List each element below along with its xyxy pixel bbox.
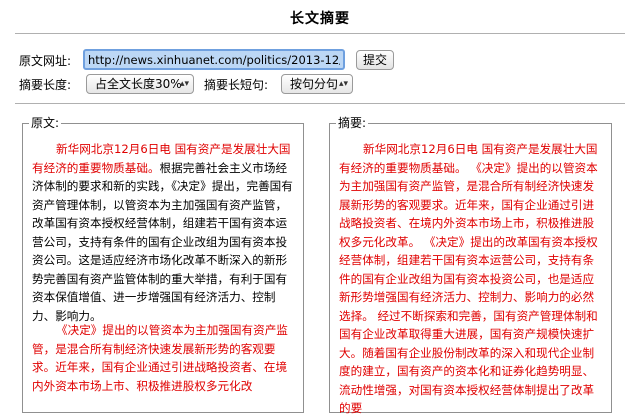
select-arrows-icon: ▴▾ [179, 79, 189, 89]
original-paragraph-2: 《决定》提出的以管资本为主加强国有资产监管，是混合所有制经济快速发展新形势的客观… [32, 323, 288, 393]
url-label: 原文网址: [19, 54, 72, 68]
title-divider [15, 33, 625, 34]
original-paragraph-1: 新华网北京12月6日电 国有资产是发展壮大国有经济的重要物质基础。根据完善社会主… [32, 140, 294, 325]
url-input[interactable] [83, 49, 345, 70]
select-arrows-icon: ▴▾ [338, 79, 348, 89]
sentence-select[interactable]: 按句分句 ▴▾ [281, 74, 353, 94]
length-select[interactable]: 占全文长度30% ▴▾ [86, 74, 194, 94]
length-label: 摘要长度: [19, 78, 72, 92]
summary-legend: 摘要: [336, 116, 369, 130]
original-p1-black: 根据完善社会主义市场经济体制的要求和新的实践，《决定》提出，完善国有资产管理体制… [32, 160, 293, 323]
form-divider [15, 103, 625, 104]
page-title: 长文摘要 [290, 11, 350, 27]
submit-button[interactable]: 提交 [356, 50, 395, 70]
length-select-value: 占全文长度30% [95, 77, 182, 91]
summary-text: 新华网北京12月6日电 国有资产是发展壮大国有经济的重要物质基础。 《决定》提出… [339, 142, 598, 415]
sentence-select-value: 按句分句 [290, 77, 339, 91]
sentence-label: 摘要长短句: [204, 78, 269, 92]
original-legend: 原文: [29, 116, 62, 130]
